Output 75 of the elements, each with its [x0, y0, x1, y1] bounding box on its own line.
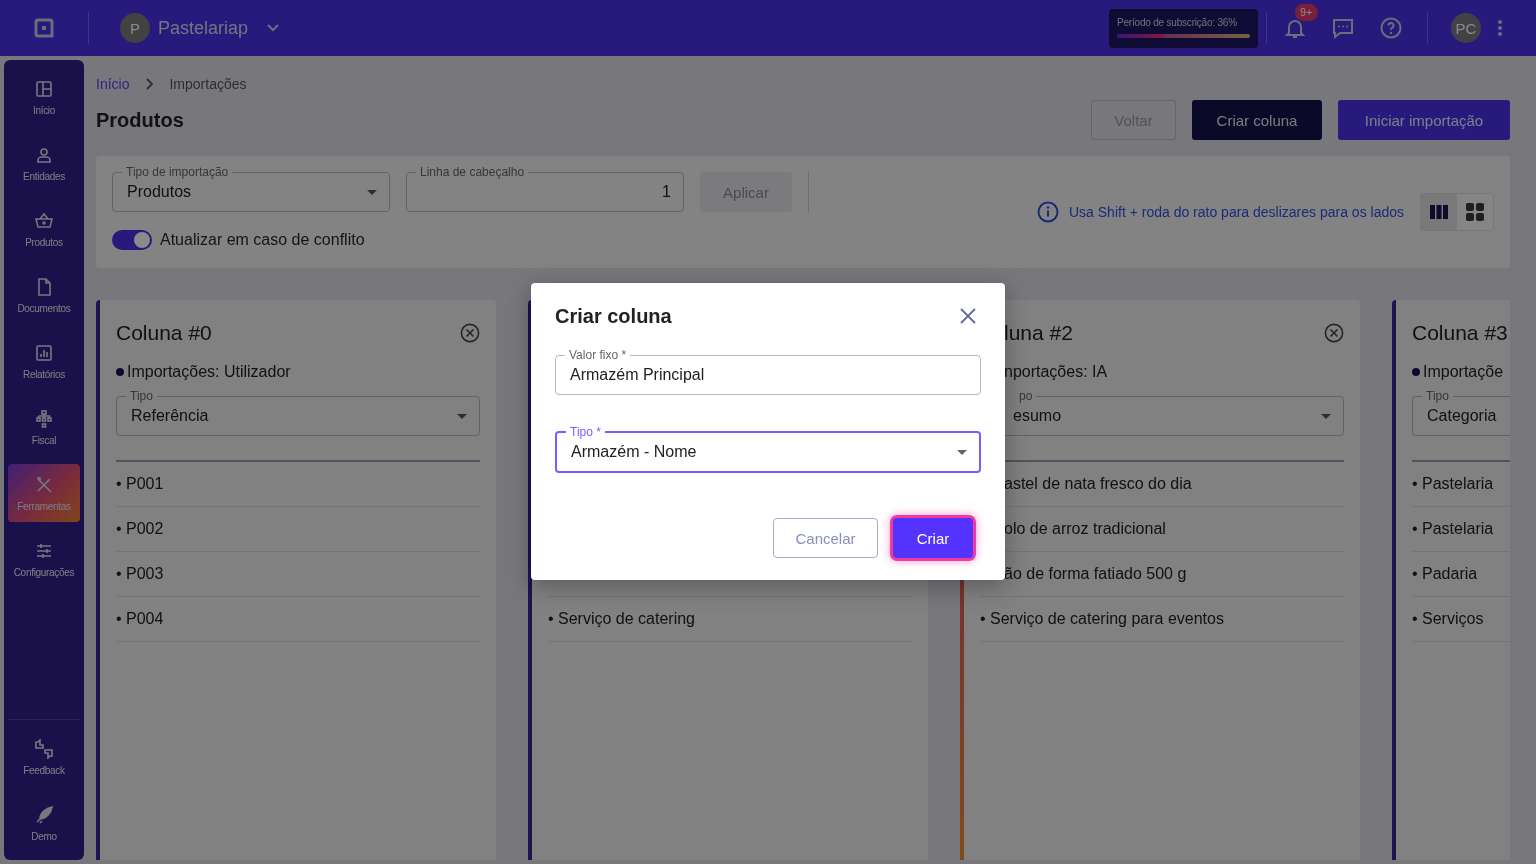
dropdown-caret-icon	[957, 449, 967, 455]
notification-badge: 9+	[1295, 4, 1318, 21]
columns-view-button[interactable]	[1421, 193, 1457, 230]
chart-icon	[34, 342, 54, 363]
column-value: • Serviços	[1412, 610, 1484, 628]
sidebar-item[interactable]: Feedback	[8, 728, 80, 786]
subscription-label: Período de subscrição: 36%	[1117, 16, 1238, 28]
column-source: Importações: Utilizador	[127, 363, 291, 381]
sidebar-item[interactable]: Configurações	[8, 530, 80, 588]
column-title: Coluna #3	[1412, 321, 1508, 345]
dropdown-caret-icon	[367, 189, 377, 195]
more-icon[interactable]	[1497, 19, 1503, 37]
conflict-toggle[interactable]	[112, 230, 152, 250]
network-icon	[34, 408, 54, 429]
column-source: nportações: IA	[1003, 363, 1108, 381]
sidebar-item[interactable]: Relatórios	[8, 332, 80, 390]
columns-icon	[1430, 204, 1448, 219]
column-value: • Serviço de catering para eventos	[980, 610, 1224, 628]
action-button[interactable]: Iniciar importação	[1338, 100, 1510, 140]
column-source: Importaçõe	[1423, 363, 1504, 381]
column-value: • P004	[116, 610, 164, 628]
source-dot	[1412, 368, 1420, 376]
column-value: • P001	[116, 475, 164, 493]
column-value: • P003	[116, 565, 164, 583]
column-title: luna #2	[1003, 321, 1073, 345]
scroll-hint: Usa Shift + roda do rato para deslizares para os lados	[1068, 203, 1404, 220]
grid-icon	[1466, 202, 1484, 221]
breadcrumb-item: Importações	[169, 76, 247, 92]
remove-column-icon[interactable]	[1324, 323, 1344, 343]
column-value: • Pastelaria	[1412, 475, 1494, 493]
fixed-value-field[interactable]: Valor fixo * Armazém Principal	[555, 348, 981, 395]
dashboard-icon	[34, 78, 54, 99]
sidebar-item[interactable]: Início	[8, 68, 80, 126]
sidebar-item[interactable]: Ferramentas	[8, 464, 80, 522]
create-button[interactable]: Criar	[893, 518, 973, 558]
action-button[interactable]: Criar coluna	[1192, 100, 1322, 140]
dropdown-caret-icon	[1321, 413, 1331, 419]
sidebar-item[interactable]: Produtos	[8, 200, 80, 258]
dialog-title: Criar coluna	[555, 304, 672, 328]
import-type-select[interactable]: Tipo de importação Produtos	[112, 165, 390, 212]
dropdown-caret-icon	[457, 413, 467, 419]
column-value: • Padaria	[1412, 565, 1478, 583]
column-value: • P002	[116, 520, 164, 538]
column-type-select[interactable]: Tipo Categoria	[1412, 389, 1510, 436]
source-dot	[116, 368, 124, 376]
column-value: • Pastelaria	[1412, 520, 1494, 538]
close-icon[interactable]	[960, 308, 976, 324]
remove-column-icon[interactable]	[460, 323, 480, 343]
sidebar-item[interactable]: Demo	[8, 794, 80, 852]
column-type-select[interactable]: Tipo Referência	[116, 389, 480, 436]
logo-icon[interactable]	[32, 16, 56, 40]
chevron-right-icon	[145, 78, 154, 90]
sidebar-item[interactable]: Documentos	[8, 266, 80, 324]
column-title: Coluna #0	[116, 321, 212, 345]
conflict-toggle-label: Atualizar em caso de conflito	[160, 231, 365, 249]
thumbs-icon	[34, 738, 54, 759]
header-row-field[interactable]: Linha de cabeçalho 1	[406, 165, 684, 212]
breadcrumb-item[interactable]: Início	[96, 76, 130, 92]
sidebar-item[interactable]: Fiscal	[8, 398, 80, 456]
info-icon	[1036, 200, 1059, 223]
chat-icon[interactable]	[1331, 16, 1355, 40]
user-avatar[interactable]: PC	[1451, 13, 1481, 43]
cancel-button[interactable]: Cancelar	[773, 518, 878, 558]
company-selector[interactable]: P Pastelariap	[120, 13, 281, 43]
page-title: Produtos	[96, 108, 184, 132]
column-value: olo de arroz tradicional	[1003, 520, 1166, 538]
help-icon[interactable]	[1379, 16, 1403, 40]
chevron-down-icon	[266, 23, 281, 33]
column-value: ão de forma fatiado 500 g	[1003, 565, 1187, 583]
column-value: • Serviço de catering	[548, 610, 695, 628]
type-select[interactable]: Tipo * Armazém - Nome	[555, 425, 981, 473]
company-avatar: P	[120, 13, 150, 43]
sidebar-item[interactable]: Entidades	[8, 134, 80, 192]
column-value: astel de nata fresco do dia	[1003, 475, 1192, 493]
basket-icon	[34, 210, 54, 231]
